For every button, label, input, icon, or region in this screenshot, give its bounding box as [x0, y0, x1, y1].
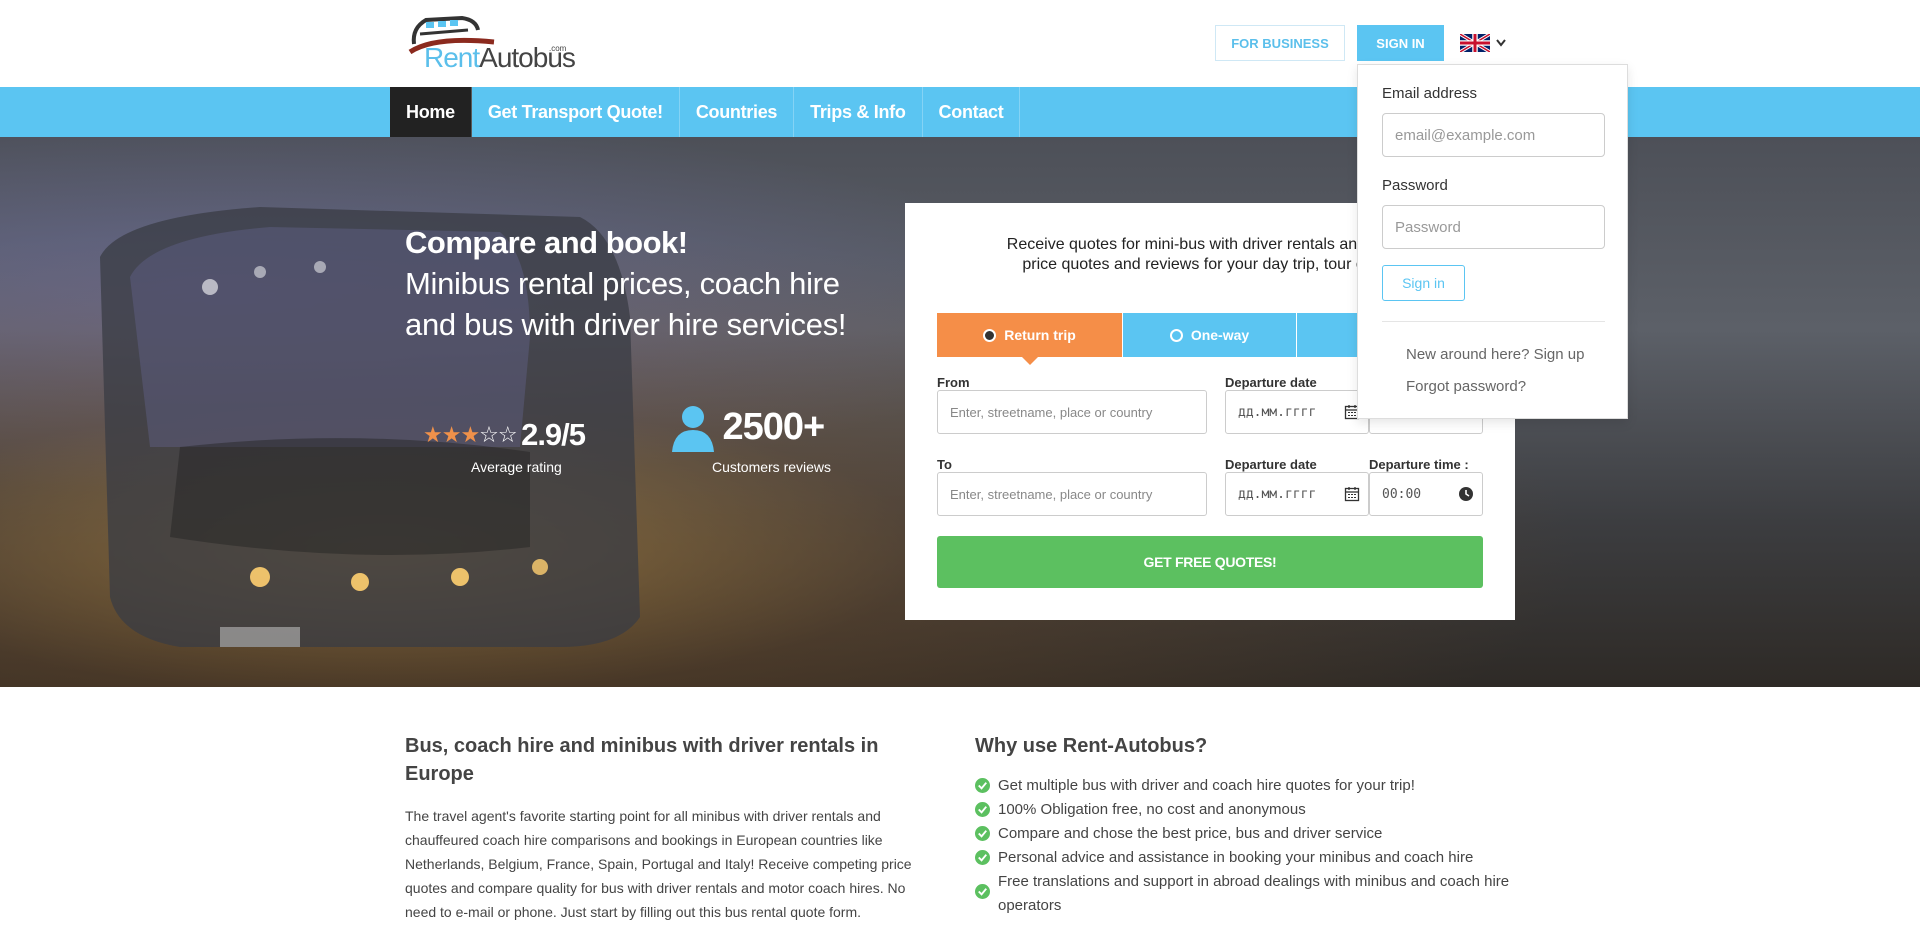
intro-text: The travel agent's favorite starting poi… — [405, 808, 912, 920]
calendar-icon[interactable] — [1344, 486, 1360, 502]
language-selector[interactable] — [1460, 34, 1506, 52]
get-free-quotes-button[interactable]: GET FREE QUOTES! — [937, 536, 1483, 588]
top-header: RentAutobus .com FOR BUSINESS SIGN IN — [0, 0, 1920, 87]
why-section: Why use Rent-Autobus? Get multiple bus w… — [975, 732, 1535, 918]
customer-reviews: 2500+ Customers reviews — [668, 402, 858, 475]
departure-time-label: Departure time : — [1369, 457, 1469, 472]
tab-one-way[interactable]: One-way — [1123, 313, 1297, 357]
reviews-count: 2500+ — [722, 405, 825, 448]
rating-value: 2.9/5 — [521, 417, 586, 452]
from-label: From — [937, 375, 970, 390]
nav-get-transport-quote[interactable]: Get Transport Quote! — [472, 87, 680, 137]
reviews-label: Customers reviews — [712, 459, 832, 475]
radio-icon — [1169, 328, 1183, 342]
signin-dropdown: Email address email@example.com Password… — [1357, 64, 1628, 419]
rentautobus-logo[interactable]: RentAutobus .com — [404, 14, 576, 73]
password-label: Password — [1382, 177, 1448, 194]
check-circle-icon — [975, 884, 990, 899]
uk-flag-icon — [1460, 34, 1490, 52]
departure-time-input[interactable]: 00:00 — [1369, 472, 1483, 516]
for-business-button[interactable]: FOR BUSINESS — [1215, 25, 1345, 61]
feature-item: Get multiple bus with driver and coach h… — [975, 774, 1535, 798]
rating-stars-icon: ★★★☆☆ — [423, 422, 518, 447]
hero-title: Compare and book! — [405, 225, 688, 260]
why-heading: Why use Rent-Autobus? — [975, 735, 1208, 757]
nav-contact[interactable]: Contact — [923, 87, 1021, 137]
person-icon — [672, 406, 714, 452]
password-field[interactable]: Password — [1382, 205, 1605, 249]
intro-heading: Bus, coach hire and minibus with driver … — [405, 735, 879, 785]
divider — [1382, 321, 1605, 322]
return-date-input[interactable]: дд.мм.гггг — [1225, 472, 1369, 516]
feature-item: Compare and chose the best price, bus an… — [975, 822, 1535, 846]
check-circle-icon — [975, 802, 990, 817]
departure-date-label: Departure date — [1225, 375, 1317, 390]
nav-home[interactable]: Home — [390, 87, 472, 137]
clock-icon[interactable] — [1458, 486, 1474, 502]
from-input[interactable]: Enter, streetname, place or country — [937, 390, 1207, 434]
to-label: To — [937, 457, 952, 472]
sign-in-button[interactable]: SIGN IN — [1357, 25, 1444, 61]
departure-date-input[interactable]: дд.мм.гггг — [1225, 390, 1369, 434]
hero-section: Compare and book! Minibus rental prices,… — [0, 137, 1920, 687]
main-navbar: Home Get Transport Quote! Countries Trip… — [0, 87, 1920, 137]
feature-item: Personal advice and assistance in bookin… — [975, 846, 1535, 870]
tab-return-trip[interactable]: Return trip — [937, 313, 1123, 365]
radio-icon — [983, 328, 997, 342]
nav-trips-info[interactable]: Trips & Info — [794, 87, 923, 137]
return-date-label: Departure date — [1225, 457, 1317, 472]
signup-link[interactable]: New around here? Sign up — [1406, 346, 1584, 363]
hero-subtitle: Minibus rental prices, coach hire and bu… — [405, 266, 847, 342]
check-circle-icon — [975, 778, 990, 793]
intro-section: Bus, coach hire and minibus with driver … — [405, 732, 935, 924]
average-rating: ★★★☆☆ 2.9/5 Average rating — [423, 417, 603, 475]
rating-label: Average rating — [471, 459, 562, 475]
dropdown-signin-button[interactable]: Sign in — [1382, 265, 1465, 301]
check-circle-icon — [975, 826, 990, 841]
email-label: Email address — [1382, 85, 1478, 102]
to-input[interactable]: Enter, streetname, place or country — [937, 472, 1207, 516]
feature-item: Free translations and support in abroad … — [975, 870, 1535, 918]
feature-item: 100% Obligation free, no cost and anonym… — [975, 798, 1535, 822]
main-nav: Home Get Transport Quote! Countries Trip… — [390, 87, 1021, 137]
logo-com: .com — [549, 44, 567, 53]
forgot-password-link[interactable]: Forgot password? — [1406, 378, 1526, 395]
chevron-down-icon — [1496, 39, 1506, 47]
nav-countries[interactable]: Countries — [680, 87, 795, 137]
email-field[interactable]: email@example.com — [1382, 113, 1605, 157]
check-circle-icon — [975, 850, 990, 865]
